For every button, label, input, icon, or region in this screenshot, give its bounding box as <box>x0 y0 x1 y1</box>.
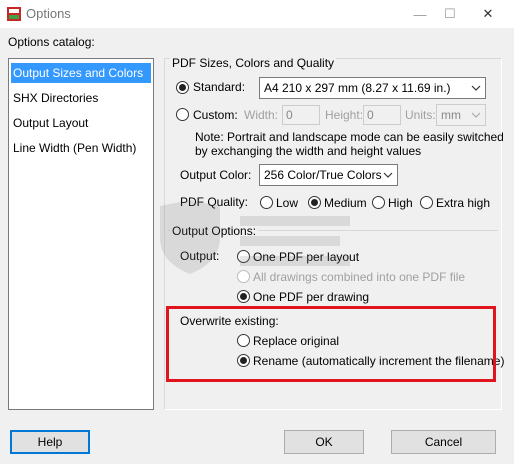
catalog-item-output-sizes[interactable]: Output Sizes and Colors <box>11 63 151 83</box>
ok-button[interactable]: OK <box>284 430 364 454</box>
help-button[interactable]: Help <box>10 430 90 454</box>
quality-high-label: High <box>388 196 413 210</box>
maximize-button[interactable]: ☐ <box>432 0 468 28</box>
chevron-down-icon <box>383 172 393 178</box>
standard-size-value: A4 210 x 297 mm (8.27 x 11.69 in.) <box>264 81 451 95</box>
quality-extra-high-label: Extra high <box>436 196 491 210</box>
one-pdf-per-layout-radio[interactable] <box>237 250 250 263</box>
catalog-label: Options catalog: <box>8 35 95 49</box>
quality-extra-high-radio[interactable] <box>420 196 433 209</box>
height-label: Height: <box>325 108 364 122</box>
quality-low-radio[interactable] <box>260 196 273 209</box>
width-field[interactable]: 0 <box>282 105 320 125</box>
custom-label: Custom: <box>193 108 238 122</box>
catalog-item-output-layout[interactable]: Output Layout <box>11 113 151 133</box>
one-pdf-per-layout-label: One PDF per layout <box>253 250 360 264</box>
all-drawings-combined-label: All drawings combined into one PDF file <box>253 270 466 284</box>
width-label: Width: <box>244 108 279 122</box>
chevron-down-icon <box>471 112 481 118</box>
catalog-item-line-width[interactable]: Line Width (Pen Width) <box>11 138 151 158</box>
close-button[interactable]: ✕ <box>470 0 506 28</box>
standard-radio[interactable] <box>176 81 189 94</box>
note-line-2: by exchanging the width and height value… <box>195 144 422 158</box>
units-dropdown[interactable]: mm <box>436 104 486 126</box>
pdf-group-title: PDF Sizes, Colors and Quality <box>170 56 337 70</box>
catalog-item-shx-directories[interactable]: SHX Directories <box>11 88 151 108</box>
quality-low-label: Low <box>276 196 299 210</box>
output-label: Output: <box>180 249 220 263</box>
quality-medium-label: Medium <box>324 196 367 210</box>
standard-label: Standard: <box>193 80 246 94</box>
app-icon <box>7 7 21 21</box>
quality-high-radio[interactable] <box>372 196 385 209</box>
pdf-quality-label: PDF Quality: <box>180 195 249 209</box>
output-color-value: 256 Color/True Colors <box>264 168 382 182</box>
units-label: Units: <box>405 108 436 122</box>
overwrite-highlight-box <box>166 306 496 382</box>
one-pdf-per-drawing-label: One PDF per drawing <box>253 290 370 304</box>
output-color-dropdown[interactable]: 256 Color/True Colors <box>259 164 398 186</box>
units-value: mm <box>441 108 461 122</box>
window-title: Options <box>26 6 71 21</box>
quality-medium-radio[interactable] <box>308 196 321 209</box>
cancel-button[interactable]: Cancel <box>391 430 496 454</box>
output-options-title: Output Options: <box>170 224 259 238</box>
custom-radio[interactable] <box>176 108 189 121</box>
one-pdf-per-drawing-radio[interactable] <box>237 290 250 303</box>
height-field[interactable]: 0 <box>363 105 401 125</box>
standard-size-dropdown[interactable]: A4 210 x 297 mm (8.27 x 11.69 in.) <box>259 77 486 99</box>
all-drawings-combined-radio[interactable] <box>237 270 250 283</box>
title-bar[interactable]: Options — ☐ ✕ <box>0 0 514 28</box>
catalog-list[interactable]: Output Sizes and Colors SHX Directories … <box>8 58 154 410</box>
note-line-1: Note: Portrait and landscape mode can be… <box>195 130 504 144</box>
output-color-label: Output Color: <box>180 168 252 182</box>
chevron-down-icon <box>471 85 481 91</box>
